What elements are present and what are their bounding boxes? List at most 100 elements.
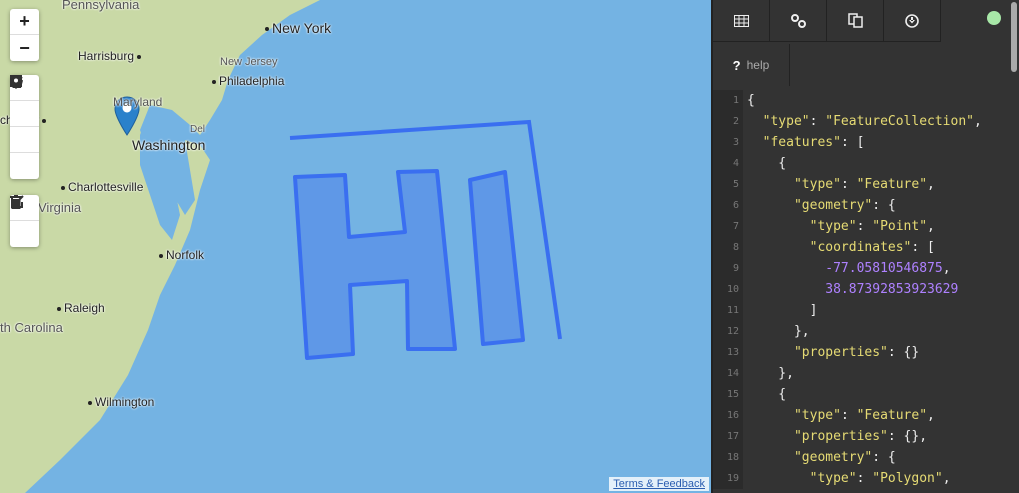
label-pennsylvania: Pennsylvania	[62, 0, 140, 12]
line-number: 12	[713, 321, 743, 342]
side-panel: ? help 1{2 "type": "FeatureCollection", 3 …	[711, 0, 1019, 493]
line-number: 10	[713, 279, 743, 300]
code-token: "type"	[809, 219, 857, 234]
code-text: {	[743, 153, 786, 174]
code-token: "type"	[809, 471, 857, 486]
line-number: 2	[713, 111, 743, 132]
label-washington: Washington	[132, 137, 206, 153]
label-philadelphia: Philadelphia	[209, 74, 284, 88]
code-token: :	[809, 114, 826, 129]
label-harrisburg: Harrisburg	[78, 49, 144, 63]
code-token: },	[747, 324, 810, 339]
tab-table[interactable]	[713, 0, 770, 42]
map[interactable]: Pennsylvania New York Harrisburg New Jer…	[0, 0, 711, 493]
code-token: ,	[927, 408, 935, 423]
label-new-york: New York	[262, 20, 331, 36]
terms-feedback-link[interactable]: Terms & Feedback	[609, 477, 709, 491]
code-token: "type"	[793, 177, 841, 192]
line-number: 7	[713, 216, 743, 237]
draw-rectangle-button[interactable]	[10, 75, 39, 153]
label-new-jersey: New Jersey	[220, 56, 278, 68]
line-number: 3	[713, 132, 743, 153]
draw-polygon-button[interactable]	[10, 76, 39, 127]
help-icon: ?	[732, 57, 741, 73]
code-text: 38.87392853923629	[743, 279, 958, 300]
code-token: ,	[974, 114, 982, 129]
code-token: "Feature"	[856, 177, 928, 192]
line-number: 16	[713, 405, 743, 426]
tab-download[interactable]	[884, 0, 941, 42]
line-number: 18	[713, 447, 743, 468]
code-token: "properties"	[793, 345, 888, 360]
line-number: 11	[713, 300, 743, 321]
marker-icon	[10, 75, 22, 89]
code-token: "properties"	[793, 429, 888, 444]
code-text: "geometry": {	[743, 447, 896, 468]
tab-copy[interactable]	[827, 0, 884, 42]
help-button[interactable]: ? help	[713, 44, 790, 86]
code-line: 5 "type": "Feature",	[713, 174, 1011, 195]
code-line: 6 "geometry": {	[713, 195, 1011, 216]
feature-polygon-i[interactable]	[468, 170, 525, 346]
code-token: "type"	[793, 408, 841, 423]
code-token: "geometry"	[793, 450, 873, 465]
code-text: },	[743, 363, 794, 384]
code-token: "type"	[762, 114, 810, 129]
code-text: {	[743, 384, 786, 405]
code-token: ,	[927, 219, 935, 234]
code-token: : [	[840, 135, 865, 150]
tab-share[interactable]	[770, 0, 827, 42]
label-del: Del	[190, 124, 206, 135]
label-virginia: Virginia	[38, 200, 82, 215]
code-text: "type": "Feature",	[743, 405, 935, 426]
line-number: 9	[713, 258, 743, 279]
line-number: 4	[713, 153, 743, 174]
line-number: 1	[713, 90, 743, 111]
code-text: ]	[743, 300, 818, 321]
label-wilmington: Wilmington	[85, 395, 154, 409]
feature-polygon-h[interactable]	[293, 169, 457, 360]
label-maryland: Maryland	[113, 95, 163, 109]
download-icon	[905, 13, 919, 28]
code-token: ,	[942, 471, 951, 486]
code-token: :	[856, 471, 873, 486]
code-token: : {}	[887, 345, 920, 360]
code-line: 11 ]	[713, 300, 1011, 321]
code-line: 19 "type": "Polygon",	[713, 468, 1011, 489]
map-tiles	[0, 0, 562, 493]
code-text: "type": "Polygon",	[743, 468, 951, 489]
draw-marker-button[interactable]	[10, 75, 39, 179]
edit-toolbar	[10, 195, 39, 247]
code-text: -77.05810546875,	[743, 258, 950, 279]
code-line: 14 },	[713, 363, 1011, 384]
delete-layers-button[interactable]	[10, 195, 39, 247]
line-number: 14	[713, 363, 743, 384]
code-token: : {	[872, 198, 896, 213]
code-token: "features"	[762, 135, 841, 150]
code-line: 7 "type": "Point",	[713, 216, 1011, 237]
json-editor[interactable]: 1{2 "type": "FeatureCollection", 3 "featu…	[713, 90, 1011, 489]
code-text: "features": [	[743, 132, 865, 153]
code-token: "FeatureCollection"	[825, 114, 974, 129]
zoom-out-button[interactable]: −	[10, 35, 39, 61]
code-token: ,	[927, 177, 935, 192]
code-text: "type": "Point",	[743, 216, 935, 237]
code-line: 16 "type": "Feature",	[713, 405, 1011, 426]
code-token: "geometry"	[793, 198, 873, 213]
scrollbar[interactable]	[1011, 2, 1017, 72]
code-line: 2 "type": "FeatureCollection",	[713, 111, 1011, 132]
code-token: {	[747, 387, 787, 402]
line-number: 13	[713, 342, 743, 363]
zoom-in-button[interactable]: +	[10, 9, 39, 35]
line-number: 8	[713, 237, 743, 258]
code-text: {	[743, 90, 755, 111]
code-line: 12 },	[713, 321, 1011, 342]
